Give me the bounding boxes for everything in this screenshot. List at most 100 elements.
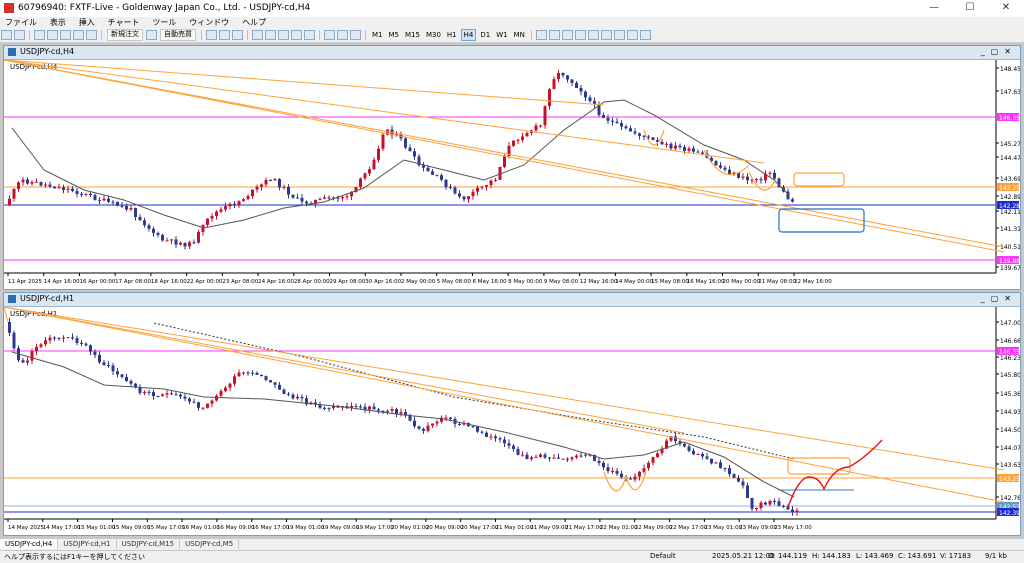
minimize-button[interactable]: — bbox=[916, 0, 952, 17]
menu-help[interactable]: ヘルプ bbox=[237, 17, 271, 28]
bearish-candle bbox=[615, 121, 619, 124]
market-watch-icon[interactable] bbox=[34, 30, 45, 40]
timeframe-h1[interactable]: H1 bbox=[445, 30, 459, 40]
price-axis-label: 139.883 bbox=[999, 258, 1020, 265]
bearish-candle bbox=[732, 474, 736, 478]
bullish-candle bbox=[503, 156, 506, 167]
profiles-icon[interactable] bbox=[14, 30, 25, 40]
bearish-candle bbox=[719, 165, 722, 168]
horizontal-line-icon[interactable] bbox=[574, 30, 586, 40]
timeframe-m30[interactable]: M30 bbox=[424, 30, 443, 40]
tab-usdjpy-m5[interactable]: USDJPY-cd,M5 bbox=[180, 539, 240, 549]
status-volume: V: 17183 bbox=[940, 552, 972, 560]
candlestick-icon[interactable] bbox=[219, 30, 230, 40]
menu-window[interactable]: ウィンドウ bbox=[184, 17, 234, 28]
bearish-candle bbox=[134, 383, 137, 387]
bearish-candle bbox=[354, 405, 358, 407]
line-chart-icon[interactable] bbox=[232, 30, 243, 40]
bearish-candle bbox=[683, 443, 686, 447]
toolbar-separator bbox=[201, 30, 202, 40]
zoom-in-icon[interactable] bbox=[252, 30, 263, 40]
bearish-candle bbox=[282, 389, 286, 394]
bullish-candle bbox=[44, 184, 47, 186]
bearish-candle bbox=[147, 225, 151, 229]
maximize-button[interactable]: ☐ bbox=[952, 0, 988, 17]
bullish-candle bbox=[575, 455, 578, 458]
channel-icon[interactable] bbox=[600, 30, 612, 40]
bearish-candle bbox=[773, 500, 776, 502]
chart-shift-icon[interactable] bbox=[304, 30, 315, 40]
trendline-icon[interactable] bbox=[587, 30, 599, 40]
bullish-candle bbox=[768, 500, 772, 505]
menu-chart[interactable]: チャート bbox=[103, 17, 145, 28]
chart-window-controls[interactable]: _▢✕ bbox=[981, 47, 1017, 56]
terminal-icon[interactable] bbox=[73, 30, 84, 40]
templates-icon[interactable] bbox=[350, 30, 361, 40]
indicators-icon[interactable] bbox=[324, 30, 335, 40]
tab-usdjpy-h4[interactable]: USDJPY-cd,H4 bbox=[0, 539, 59, 549]
cursor-icon[interactable] bbox=[535, 30, 547, 40]
bearish-candle bbox=[57, 337, 61, 339]
bullish-candle bbox=[795, 510, 799, 513]
bearish-candle bbox=[723, 467, 727, 469]
close-button[interactable]: ✕ bbox=[988, 0, 1024, 17]
timeframe-m1[interactable]: M1 bbox=[370, 30, 385, 40]
time-axis-label: 28 Apr 00:00 bbox=[294, 279, 330, 285]
menu-file[interactable]: ファイル bbox=[0, 17, 42, 28]
crosshair-icon[interactable] bbox=[548, 30, 560, 40]
auto-trade-button[interactable]: 自動売買 bbox=[160, 29, 196, 41]
bearish-candle bbox=[417, 426, 421, 429]
timeframe-w1[interactable]: W1 bbox=[494, 30, 509, 40]
price-chart-h1[interactable]: USDJPY-cd,H1147.000146.660146.357146.230… bbox=[4, 307, 1020, 535]
bullish-candle bbox=[755, 179, 758, 181]
chart-window-h4[interactable]: USDJPY-cd,H4 _▢✕ USDJPY-cd,H4 148.450 147.… bbox=[3, 45, 1021, 290]
bullish-candle bbox=[390, 409, 394, 411]
bullish-candle bbox=[84, 193, 88, 195]
bearish-candle bbox=[62, 187, 65, 190]
bullish-candle bbox=[264, 180, 268, 185]
bullish-candle bbox=[431, 423, 434, 426]
data-window-icon[interactable] bbox=[47, 30, 58, 40]
bullish-candle bbox=[219, 209, 223, 212]
new-chart-icon[interactable] bbox=[1, 30, 12, 40]
autoscroll-icon[interactable] bbox=[291, 30, 302, 40]
bearish-candle bbox=[291, 194, 295, 198]
text-label-icon[interactable] bbox=[626, 30, 638, 40]
bearish-candle bbox=[791, 509, 794, 513]
fibonacci-icon[interactable] bbox=[613, 30, 625, 40]
menu-tools[interactable]: ツール bbox=[147, 17, 181, 28]
chart-window-h1[interactable]: USDJPY-cd,H1 _▢✕ USDJPY-cd,H1 147.000 146.… bbox=[3, 292, 1021, 536]
vertical-line-icon[interactable] bbox=[561, 30, 573, 40]
bullish-candle bbox=[215, 211, 218, 216]
bearish-candle bbox=[692, 450, 695, 455]
navigator-icon[interactable] bbox=[60, 30, 71, 40]
tab-usdjpy-m15[interactable]: USDJPY-cd,M15 bbox=[117, 539, 181, 549]
metaeditor-icon[interactable] bbox=[146, 30, 157, 40]
timeframe-mn[interactable]: MN bbox=[512, 30, 527, 40]
new-order-button[interactable]: 新規注文 bbox=[107, 29, 143, 41]
price-axis-label: 143.630 bbox=[1000, 462, 1020, 469]
periods-icon[interactable] bbox=[337, 30, 348, 40]
zoom-out-icon[interactable] bbox=[265, 30, 276, 40]
timeframe-m15[interactable]: M15 bbox=[403, 30, 422, 40]
bullish-candle bbox=[39, 344, 43, 347]
price-chart-h4[interactable]: USDJPY-cd,H4148.450147.630146.357145.270… bbox=[4, 60, 1020, 289]
bearish-candle bbox=[8, 322, 11, 333]
menu-insert[interactable]: 挿入 bbox=[74, 17, 100, 28]
status-profile: Default bbox=[650, 552, 676, 560]
bearish-candle bbox=[615, 470, 619, 474]
menu-view[interactable]: 表示 bbox=[45, 17, 71, 28]
tab-usdjpy-h1[interactable]: USDJPY-cd,H1 bbox=[58, 539, 117, 549]
timeframe-h4[interactable]: H4 bbox=[460, 29, 477, 41]
bearish-candle bbox=[669, 143, 673, 149]
bullish-candle bbox=[12, 188, 16, 199]
timeframe-d1[interactable]: D1 bbox=[478, 30, 492, 40]
tile-windows-icon[interactable] bbox=[278, 30, 289, 40]
bullish-candle bbox=[687, 148, 691, 151]
strategy-tester-icon[interactable] bbox=[86, 30, 97, 40]
arrow-icon[interactable] bbox=[639, 30, 651, 40]
bar-chart-icon[interactable] bbox=[206, 30, 217, 40]
time-axis-label: 15 May 08:00 bbox=[651, 279, 689, 285]
timeframe-m5[interactable]: M5 bbox=[387, 30, 402, 40]
chart-window-controls[interactable]: _▢✕ bbox=[981, 294, 1017, 303]
